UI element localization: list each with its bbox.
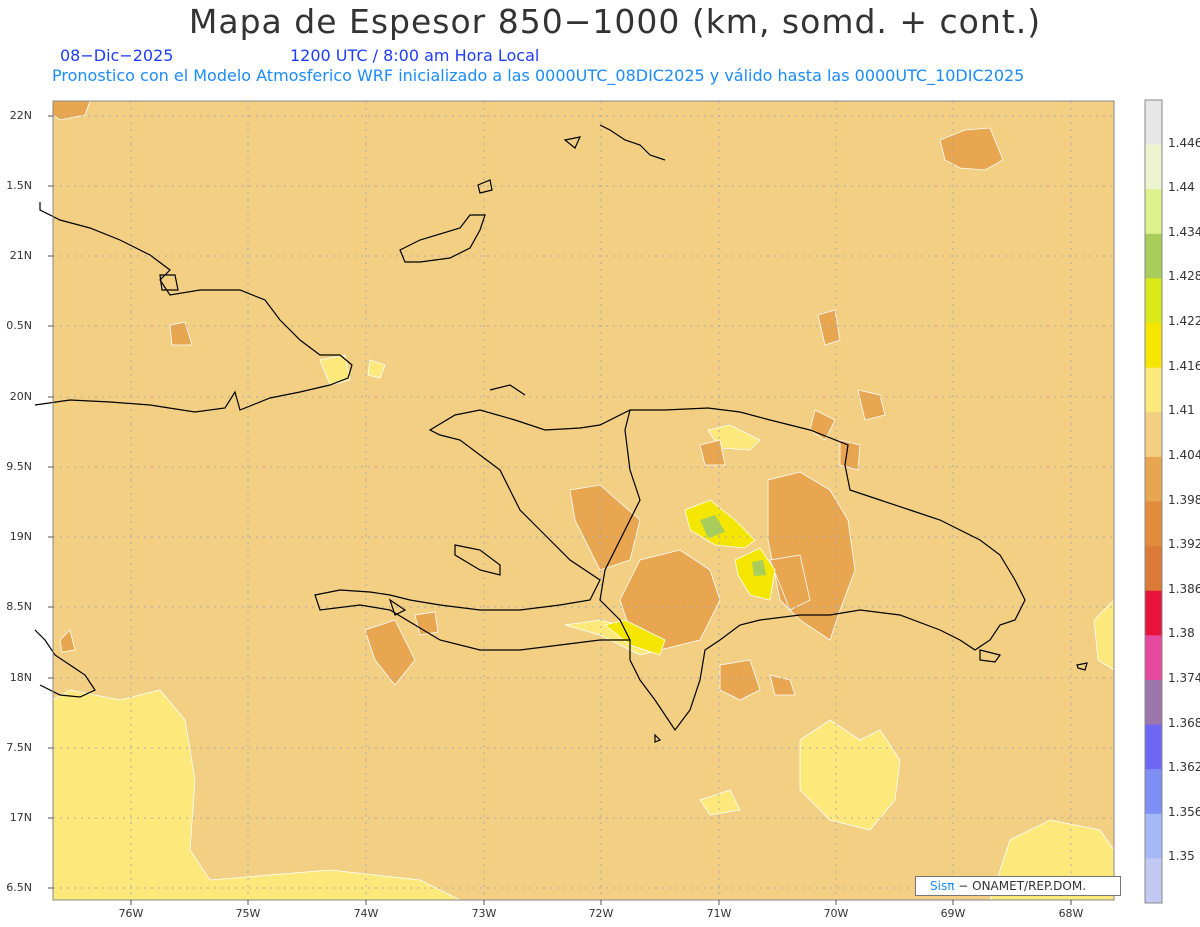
colorbar-swatch [1145,635,1162,681]
lon-label: 71W [706,907,732,920]
colorbar-label: 1.38 [1168,626,1195,641]
colorbar-swatch [1145,813,1162,859]
colorbar-label: 1.398 [1168,492,1200,507]
lat-label: 18N [9,671,32,684]
lat-label: 22N [9,109,32,122]
thickness-map [34,99,1163,905]
colorbar-label: 1.356 [1168,804,1200,819]
colorbar-label: 1.386 [1168,581,1200,596]
lat-label: 9.5N [6,460,32,473]
colorbar-label: 1.404 [1168,447,1200,462]
colorbar-swatch [1145,278,1162,324]
colorbar-label: 1.41 [1168,403,1195,418]
colorbar-swatch [1145,323,1162,369]
colorbar-label: 1.392 [1168,537,1200,552]
colorbar-label: 1.428 [1168,269,1200,284]
colorbar-swatch [1145,590,1162,636]
lon-label: 74W [353,907,379,920]
colorbar-swatch [1145,412,1162,458]
colorbar-label: 1.35 [1168,849,1195,864]
map-title: Mapa de Espesor 850−1000 (km, somd. + co… [188,2,1042,41]
colorbar-swatch [1145,233,1162,279]
lat-label: 6.5N [6,881,32,894]
colorbar-label: 1.416 [1168,358,1200,373]
credit-logo: Sisπ [930,879,955,893]
colorbar-swatch [1145,724,1162,770]
colorbar-swatch [1145,546,1162,592]
lon-label: 69W [940,907,966,920]
lat-label: 19N [9,530,32,543]
colorbar-swatch [1145,858,1162,904]
forecast-time: 1200 UTC / 8:00 am Hora Local [290,46,540,65]
lat-label: 1.5N [6,179,32,192]
lat-label: 20N [9,390,32,403]
forecast-subtitle: Pronostico con el Modelo Atmosferico WRF… [52,66,1025,85]
forecast-date: 08−Dic−2025 [60,46,174,65]
lon-label: 70W [823,907,849,920]
colorbar-label: 1.368 [1168,715,1200,730]
colorbar [1144,99,1163,904]
lon-label: 76W [118,907,144,920]
colorbar-swatch [1145,189,1162,235]
colorbar-label: 1.434 [1168,224,1200,239]
colorbar-swatch [1145,456,1162,502]
lat-label: 17N [9,811,32,824]
colorbar-swatch [1145,501,1162,547]
lon-label: 73W [471,907,497,920]
lat-label: 21N [9,249,32,262]
colorbar-swatch [1145,144,1162,190]
colorbar-swatch [1145,100,1162,146]
colorbar-label: 1.422 [1168,314,1200,329]
colorbar-label: 1.446 [1168,135,1200,150]
colorbar-swatch [1145,769,1162,815]
colorbar-swatch [1145,679,1162,726]
colorbar-label: 1.374 [1168,670,1200,685]
credit-box: Sisπ − ONAMET/REP.DOM. [915,876,1121,896]
colorbar-label: 1.362 [1168,760,1200,775]
lat-label: 8.5N [6,600,32,613]
colorbar-swatch [1145,367,1162,413]
lon-label: 72W [588,907,614,920]
colorbar-label: 1.44 [1168,180,1195,195]
lat-label: 0.5N [6,319,32,332]
lat-label: 7.5N [6,741,32,754]
lon-label: 75W [235,907,261,920]
credit-text: − ONAMET/REP.DOM. [958,879,1087,893]
lon-label: 68W [1058,907,1084,920]
